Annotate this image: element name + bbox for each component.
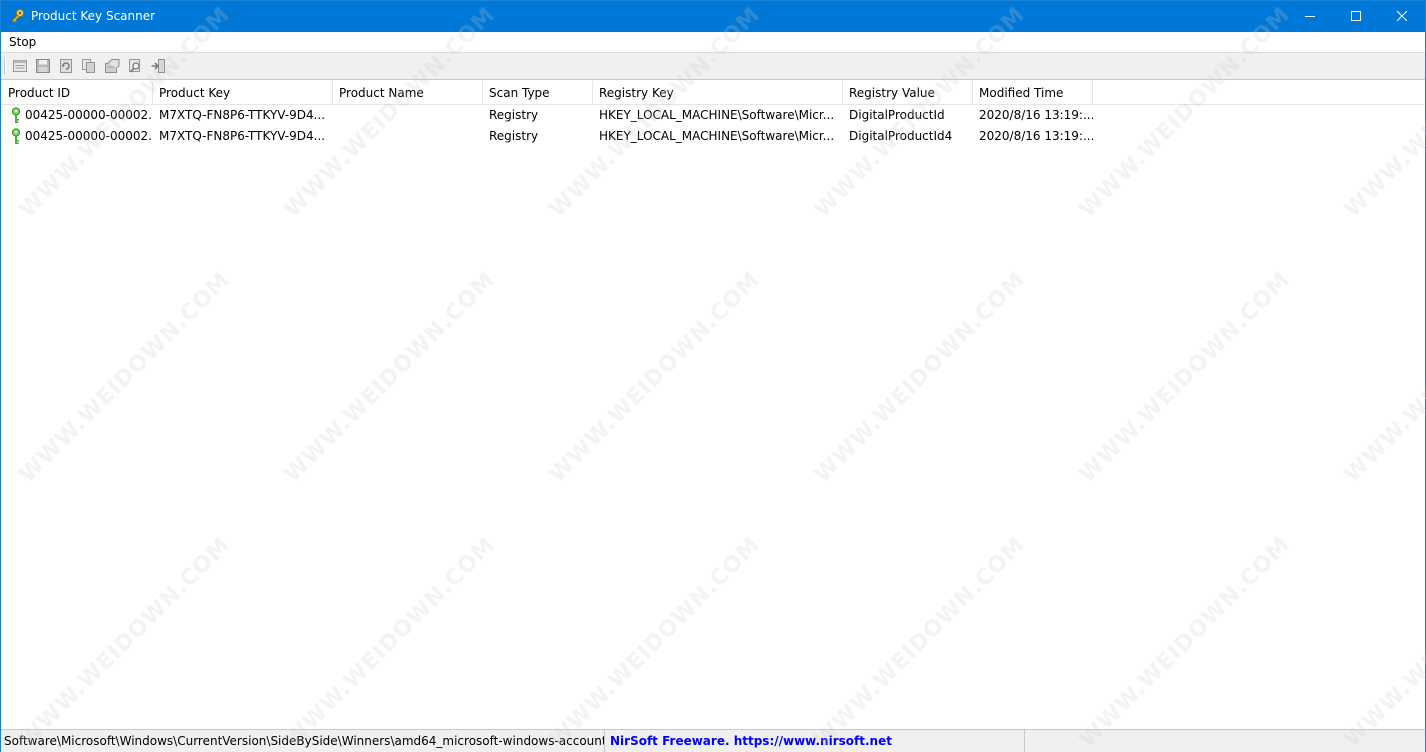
exit-button[interactable] xyxy=(147,56,169,77)
cell-registry-value: DigitalProductId4 xyxy=(849,129,953,143)
html-report-button[interactable] xyxy=(101,56,123,77)
menu-stop[interactable]: Stop xyxy=(4,32,41,52)
properties-button[interactable] xyxy=(9,56,31,77)
toolbar xyxy=(1,52,1425,80)
list-header: Product ID Product Key Product Name Scan… xyxy=(2,81,1424,105)
cell-registry-key: HKEY_LOCAL_MACHINE\Software\Micr... xyxy=(599,108,835,122)
column-header-modified-time[interactable]: Modified Time xyxy=(973,81,1093,105)
title-bar[interactable]: Product Key Scanner xyxy=(1,1,1425,32)
results-list[interactable]: Product ID Product Key Product Name Scan… xyxy=(2,81,1424,728)
app-window: Product Key Scanner Stop Product ID Prod… xyxy=(0,0,1426,752)
column-header-scan-type[interactable]: Scan Type xyxy=(483,81,593,105)
cell-product-name xyxy=(333,126,483,147)
toolbar-grip[interactable] xyxy=(4,57,6,75)
column-header-product-id[interactable]: Product ID xyxy=(2,81,153,105)
cell-scan-type: Registry xyxy=(489,108,539,122)
cell-product-key: M7XTQ-FN8P6-TTKYV-9D4... xyxy=(159,129,326,143)
menu-bar: Stop xyxy=(1,32,1425,52)
cell-product-id: 00425-00000-00002... xyxy=(25,129,153,143)
refresh-button[interactable] xyxy=(55,56,77,77)
cell-product-id: 00425-00000-00002... xyxy=(25,108,153,122)
window-title: Product Key Scanner xyxy=(31,9,156,23)
table-row[interactable]: 00425-00000-00002... M7XTQ-FN8P6-TTKYV-9… xyxy=(2,126,1424,147)
status-scan-path: Software\Microsoft\Windows\CurrentVersio… xyxy=(1,730,605,752)
copy-button[interactable] xyxy=(78,56,100,77)
save-button[interactable] xyxy=(32,56,54,77)
column-header-registry-value[interactable]: Registry Value xyxy=(843,81,973,105)
find-button[interactable] xyxy=(124,56,146,77)
cell-modified-time: 2020/8/16 13:19:... xyxy=(979,108,1093,122)
nirsoft-link[interactable]: NirSoft Freeware. https://www.nirsoft.ne… xyxy=(605,730,1025,752)
cell-registry-key: HKEY_LOCAL_MACHINE\Software\Micr... xyxy=(599,129,835,143)
close-button[interactable] xyxy=(1379,1,1425,32)
app-key-icon xyxy=(10,8,26,24)
status-bar: Software\Microsoft\Windows\CurrentVersio… xyxy=(1,729,1425,752)
cell-scan-type: Registry xyxy=(489,129,539,143)
column-header-product-name[interactable]: Product Name xyxy=(333,81,483,105)
column-header-product-key[interactable]: Product Key xyxy=(153,81,333,105)
cell-product-key: M7XTQ-FN8P6-TTKYV-9D4... xyxy=(159,108,326,122)
column-header-registry-key[interactable]: Registry Key xyxy=(593,81,843,105)
cell-registry-value: DigitalProductId xyxy=(849,108,945,122)
maximize-button[interactable] xyxy=(1333,1,1379,32)
cell-product-name xyxy=(333,105,483,126)
cell-modified-time: 2020/8/16 13:19:... xyxy=(979,129,1093,143)
table-row[interactable]: 00425-00000-00002... M7XTQ-FN8P6-TTKYV-9… xyxy=(2,105,1424,126)
minimize-button[interactable] xyxy=(1287,1,1333,32)
